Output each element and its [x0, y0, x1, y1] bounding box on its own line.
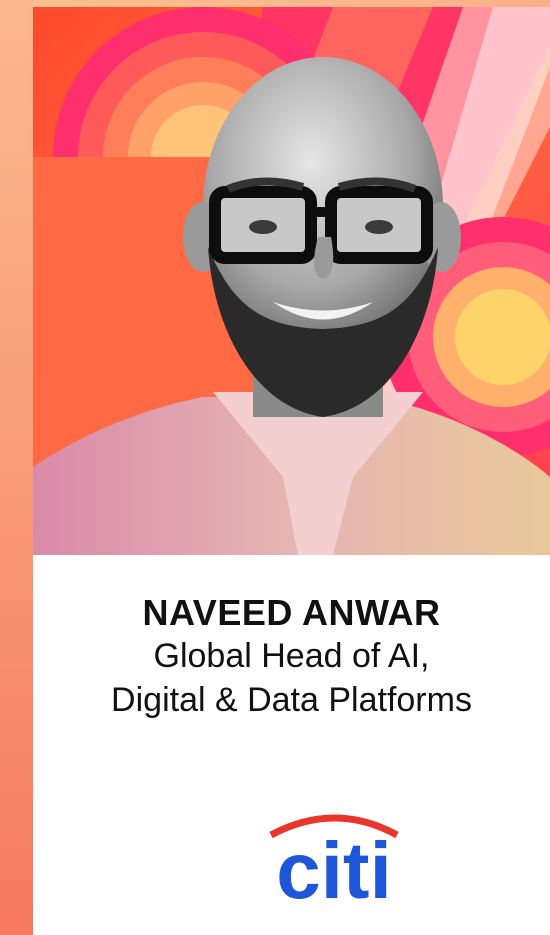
side-accent-strip: [0, 0, 33, 935]
top-accent-strip: [0, 0, 550, 7]
speaker-name: NAVEED ANWAR: [142, 592, 441, 633]
citi-logo-icon: citi: [269, 814, 399, 915]
speaker-title-line-2: Digital & Data Platforms: [111, 681, 472, 719]
logo-wordmark: citi: [276, 826, 392, 907]
company-logo: citi: [33, 807, 550, 915]
person-portrait-icon: [33, 7, 550, 555]
speaker-title-line-1: Global Head of AI,: [153, 637, 430, 675]
speaker-info: NAVEED ANWAR Global Head of AI, Digital …: [33, 592, 550, 722]
speaker-card: NAVEED ANWAR Global Head of AI, Digital …: [33, 7, 550, 935]
speaker-photo: [33, 7, 550, 555]
